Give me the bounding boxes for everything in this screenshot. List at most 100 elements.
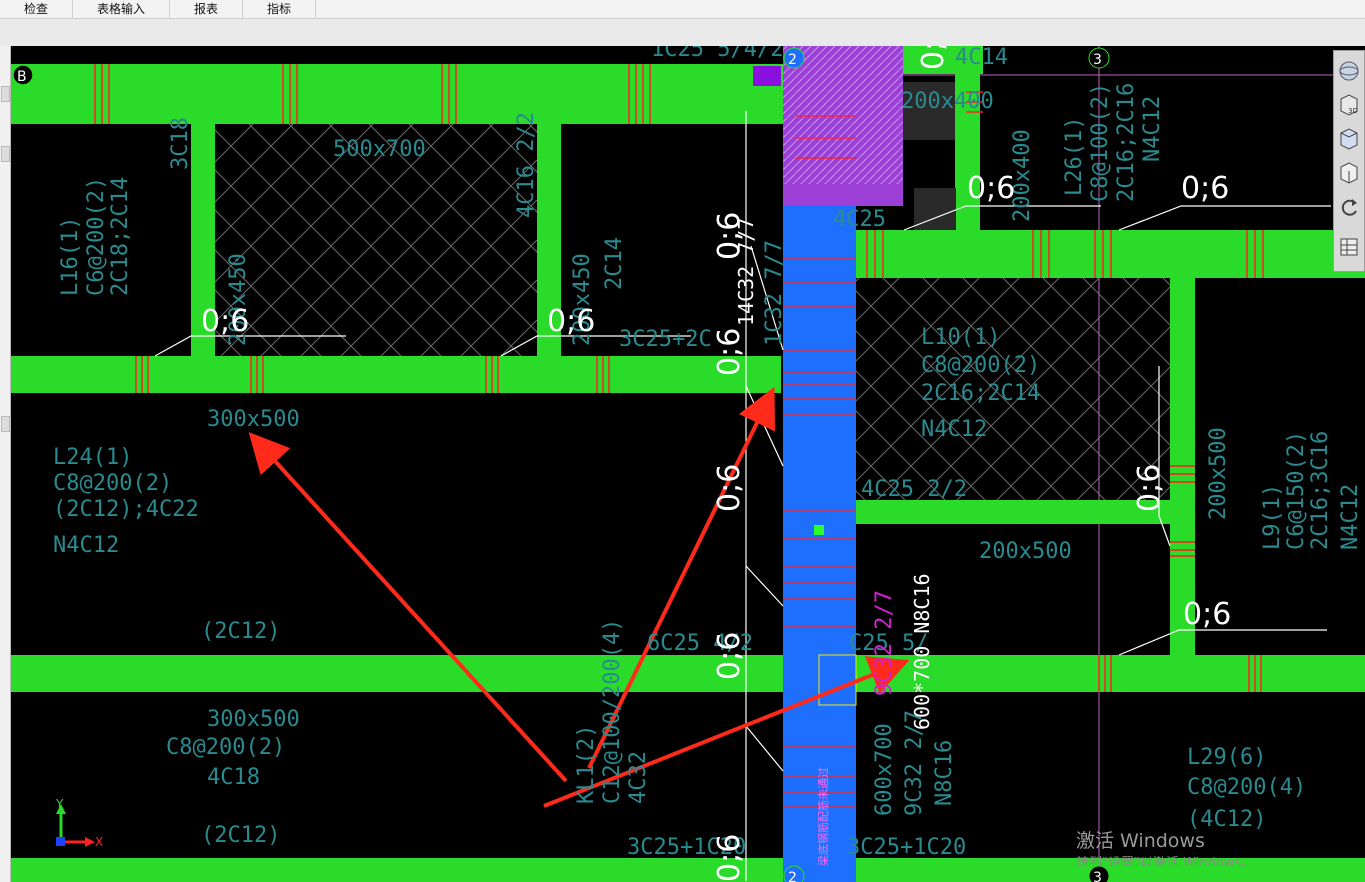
ratio-label: 0;6 xyxy=(712,632,747,680)
toolbar xyxy=(0,19,1365,47)
ratio-label: 0;6 xyxy=(967,171,1015,206)
left-panel-strip[interactable] xyxy=(0,46,11,882)
ucs-x-label: X xyxy=(95,835,103,849)
cube-top-icon xyxy=(1340,128,1358,150)
beam-label: L24(1) xyxy=(53,445,132,470)
beam-label: (2C12);4C22 xyxy=(53,497,199,522)
rebar-tag: 4C25 2/2 xyxy=(861,477,967,502)
view-top-button[interactable] xyxy=(1337,123,1361,155)
beam-label: C8@200(2) xyxy=(53,471,172,496)
sec-label: 200x500 xyxy=(1206,427,1231,520)
rebar-tag: 3C18 xyxy=(168,117,193,170)
column-top-block[interactable] xyxy=(783,46,903,184)
windows-activation-watermark: 激活 Windows xyxy=(1076,830,1205,852)
rebar-tag-magenta: 9C32 2/7 xyxy=(872,590,897,696)
svg-text:3D: 3D xyxy=(1348,107,1358,115)
beam-label: N4C12 xyxy=(1140,96,1165,162)
beam-label: C6@200(2) xyxy=(84,177,109,296)
rebar-tag: (2C12) xyxy=(201,619,280,644)
beam-label: C6@150(2) xyxy=(1284,431,1309,550)
ratio-label: 0;6 xyxy=(1183,597,1231,632)
ratio-label: 0;6 xyxy=(1181,171,1229,206)
rebar-tag: 3C25+2C xyxy=(619,327,712,352)
rebar-tag: 4C16 2/2 xyxy=(514,112,539,218)
rotate-button[interactable] xyxy=(1337,191,1361,223)
beam[interactable] xyxy=(11,655,1365,692)
menu-bar: 检查 表格输入 报表 指标 xyxy=(0,0,1365,19)
cad-drawing-canvas[interactable]: 500x700 300x500 200x500 L24(1) C8@200(2)… xyxy=(11,46,1365,882)
grid-panel-icon xyxy=(1340,238,1358,256)
sec-label: 300x500 xyxy=(207,707,300,732)
beam-label: N4C12 xyxy=(921,417,987,442)
menu-item-check[interactable]: 检查 xyxy=(0,0,74,18)
ratio-label: 0;6 xyxy=(712,834,747,882)
layer-panel-button[interactable] xyxy=(1337,231,1361,263)
beam-label: L29(6) xyxy=(1187,745,1266,770)
selected-point[interactable] xyxy=(814,525,824,535)
grid-bubble-2-label: 2 xyxy=(788,52,797,68)
beam-label: 4C32 xyxy=(626,751,651,804)
ratio-label: 0;6 xyxy=(712,212,747,260)
left-strip-handle[interactable] xyxy=(1,416,10,432)
windows-activation-hint: 转到"设置"以激活 Windows。 xyxy=(1076,856,1255,866)
beam-label: 2C16;2C16 xyxy=(1114,83,1139,202)
left-strip-handle[interactable] xyxy=(1,146,10,162)
ucs-y-label: Y xyxy=(55,797,64,811)
beam-label: 2C16;3C16 xyxy=(1308,431,1333,550)
beam[interactable] xyxy=(11,64,783,124)
ratio-label: 0;6 xyxy=(1132,464,1167,512)
rebar-tag: 3C25+1C20 xyxy=(847,835,966,860)
rebar-tag: 4C25 xyxy=(833,207,886,232)
sec-label: 500x700 xyxy=(333,137,426,162)
rebar-tag: 4C18 xyxy=(207,765,260,790)
rebar-tag: 4C14 xyxy=(955,46,1008,70)
beam-label: C8@100(2) xyxy=(1088,83,1113,202)
rebar-tag: 1C32 7/7 xyxy=(762,240,787,346)
rebar-tag: N8C16 xyxy=(932,740,957,806)
beam-label: N4C12 xyxy=(53,533,119,558)
rebar-tag-selected: 600*700 N8C16 xyxy=(910,573,934,730)
ratio-label: 0;6 xyxy=(916,46,951,70)
grid-bubble-3-bottom-label: 3 xyxy=(1093,870,1102,882)
grid-bubble-3-label: 3 xyxy=(1093,52,1102,68)
rebar-tag: 1C25 5/4/2 xyxy=(651,46,783,62)
beam-label: L26(1) xyxy=(1062,117,1087,196)
rotate-icon xyxy=(1341,199,1357,216)
beam-label: N4C12 xyxy=(1338,484,1363,550)
ratio-label: 0;6 xyxy=(712,464,747,512)
sec-label: 200x500 xyxy=(979,539,1072,564)
view-front-button[interactable] xyxy=(1337,157,1361,189)
menu-item-index[interactable]: 指标 xyxy=(243,0,317,18)
globe-icon xyxy=(1339,61,1359,81)
beam-label: L16(1) xyxy=(58,217,83,296)
grid-bubble-2-bottom-label: 2 xyxy=(788,870,797,882)
cube-3d-icon: 3D xyxy=(1340,94,1358,116)
beam-label: L9(1) xyxy=(1260,484,1285,550)
beam[interactable] xyxy=(11,356,781,393)
menu-item-report[interactable]: 报表 xyxy=(170,0,244,18)
ratio-label: 0;6 xyxy=(547,304,595,339)
beam-label: C12@100/200(4) xyxy=(600,619,625,804)
column-top-base[interactable] xyxy=(783,184,903,206)
grid-bubble-b-label: B xyxy=(17,69,27,85)
purple-marker xyxy=(753,66,781,86)
orbit-button[interactable] xyxy=(1337,55,1361,87)
menu-item-table-input[interactable]: 表格输入 xyxy=(73,0,171,18)
ratio-label: 0;6 xyxy=(201,304,249,339)
beam-label: C8@200(2) xyxy=(921,353,1040,378)
beam-label: KL1(2) xyxy=(574,725,599,804)
sec-label: 200x400 xyxy=(901,89,994,114)
beam-label: 2C18;2C14 xyxy=(108,177,133,296)
sec-label: 600x700 xyxy=(872,723,897,816)
beam-label: C8@200(4) xyxy=(1187,775,1306,800)
left-strip-handle[interactable] xyxy=(1,86,10,102)
rebar-tag: 2C14 xyxy=(602,237,627,290)
cube-front-icon xyxy=(1340,162,1358,184)
view-3d-button[interactable]: 3D xyxy=(1337,89,1361,121)
ratio-label: 0;6 xyxy=(712,328,747,376)
rebar-tag: (2C12) xyxy=(201,823,280,848)
sec-label: 300x500 xyxy=(207,407,300,432)
view-tools-panel: 3D xyxy=(1333,50,1365,272)
beam-label: 2C16;2C14 xyxy=(921,381,1040,406)
beam-label: L10(1) xyxy=(921,325,1000,350)
